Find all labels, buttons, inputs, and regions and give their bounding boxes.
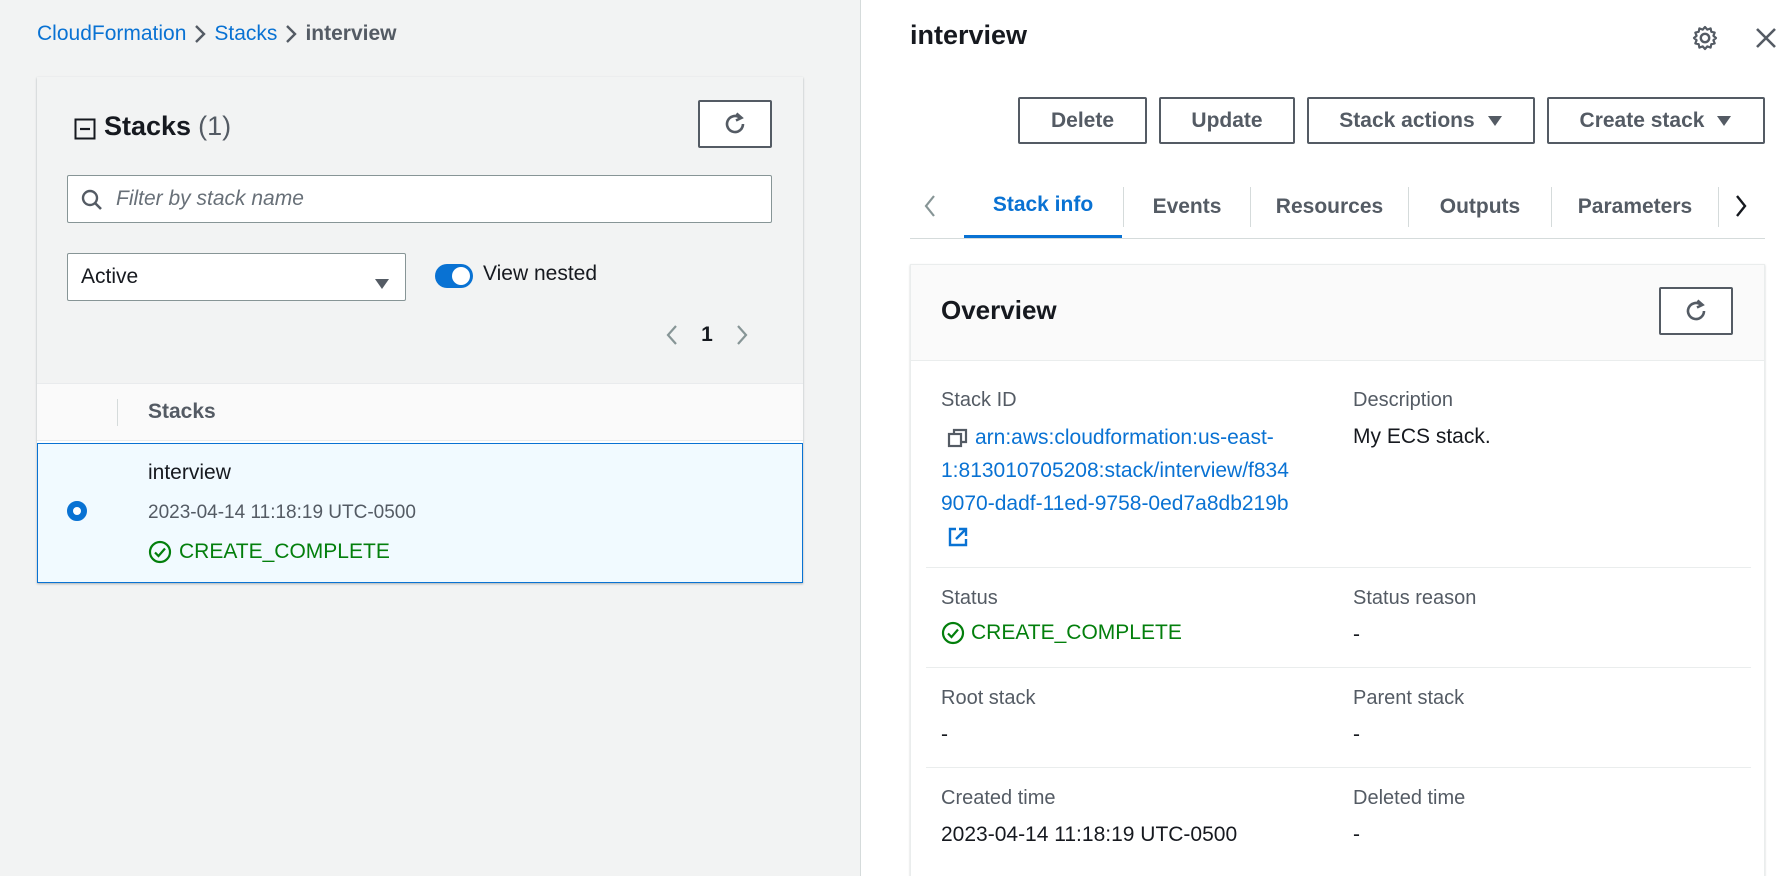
tab-events[interactable]: Events bbox=[1124, 175, 1250, 238]
column-divider bbox=[117, 399, 118, 426]
status-text: CREATE_COMPLETE bbox=[971, 621, 1182, 644]
status-label: Status bbox=[941, 587, 998, 609]
page-number[interactable]: 1 bbox=[687, 323, 727, 347]
chevron-left-icon bbox=[666, 325, 677, 345]
created-time-label: Created time bbox=[941, 787, 1056, 809]
stack-id-label: Stack ID bbox=[941, 389, 1017, 411]
view-nested-toggle[interactable] bbox=[435, 264, 473, 288]
stack-id-line-1: arn:aws:cloudformation:us-east- bbox=[975, 426, 1274, 449]
refresh-icon bbox=[1686, 299, 1706, 321]
table-row[interactable]: interview 2023-04-14 11:18:19 UTC-0500 C… bbox=[37, 443, 803, 583]
stacks-heading: Stacks bbox=[104, 111, 192, 141]
breadcrumb-cloudformation[interactable]: CloudFormation bbox=[37, 22, 186, 46]
tab-stack-info[interactable]: Stack info bbox=[964, 175, 1122, 238]
check-circle-icon bbox=[148, 540, 172, 564]
external-link-icon[interactable] bbox=[947, 526, 969, 548]
stack-tabs: Stack info Events Resources Outputs Para… bbox=[910, 175, 1765, 239]
update-button[interactable]: Update bbox=[1159, 97, 1295, 144]
row-radio-selected[interactable] bbox=[67, 501, 87, 521]
table-header: Stacks bbox=[37, 384, 803, 441]
gear-icon[interactable] bbox=[1691, 24, 1719, 57]
chevron-right-icon bbox=[1736, 195, 1747, 217]
parent-stack-value: - bbox=[1353, 723, 1360, 746]
tabs-scroll-right-button[interactable] bbox=[1721, 175, 1761, 237]
description-label: Description bbox=[1353, 389, 1454, 411]
root-stack-label: Root stack bbox=[941, 687, 1036, 709]
parent-stack-label: Parent stack bbox=[1353, 687, 1465, 709]
copy-icon[interactable] bbox=[947, 427, 969, 449]
stack-id-line-3: 9070-dadf-11ed-9758-0ed7a8db219b bbox=[941, 492, 1289, 515]
created-time-value: 2023-04-14 11:18:19 UTC-0500 bbox=[941, 823, 1238, 846]
root-stack-value: - bbox=[941, 723, 948, 746]
overview-panel: Overview Stack ID arn:aws:cloudformation… bbox=[910, 264, 1765, 876]
refresh-icon bbox=[725, 112, 745, 134]
stack-detail-title: interview bbox=[910, 20, 1028, 50]
deleted-time-value: - bbox=[1353, 823, 1360, 846]
collapse-icon[interactable] bbox=[74, 118, 96, 140]
breadcrumb-stacks[interactable]: Stacks bbox=[214, 22, 277, 46]
status-filter-select[interactable]: Active bbox=[67, 253, 406, 301]
stack-status-text: CREATE_COMPLETE bbox=[179, 540, 390, 563]
status-filter-value: Active bbox=[81, 265, 139, 288]
refresh-overview-button[interactable] bbox=[1659, 287, 1733, 335]
stack-actions-button[interactable]: Stack actions bbox=[1307, 97, 1535, 144]
breadcrumb-current: interview bbox=[305, 22, 397, 45]
delete-button[interactable]: Delete bbox=[1018, 97, 1147, 144]
tabs-scroll-left-button[interactable] bbox=[910, 175, 950, 237]
overview-title: Overview bbox=[941, 295, 1057, 325]
stack-created-time: 2023-04-14 11:18:19 UTC-0500 bbox=[148, 502, 416, 523]
refresh-stacks-button[interactable] bbox=[698, 100, 772, 148]
tab-resources[interactable]: Resources bbox=[1251, 175, 1408, 238]
stacks-panel-header: Stacks (1) Active View nested bbox=[37, 77, 803, 384]
column-header-stacks[interactable]: Stacks bbox=[148, 400, 216, 424]
stacks-list-pane: CloudFormation Stacks interview Stacks (… bbox=[0, 0, 860, 876]
stack-name-filter-input[interactable] bbox=[116, 176, 756, 222]
view-nested-label: View nested bbox=[483, 262, 598, 285]
stack-id-link[interactable]: arn:aws:cloudformation:us-east- 1:813010… bbox=[941, 421, 1331, 553]
stacks-count: (1) bbox=[198, 111, 232, 141]
stack-status: CREATE_COMPLETE bbox=[148, 540, 390, 564]
status-value: CREATE_COMPLETE bbox=[941, 621, 1182, 645]
chevron-right-icon bbox=[277, 24, 305, 44]
tab-outputs[interactable]: Outputs bbox=[1409, 175, 1551, 238]
chevron-right-icon bbox=[737, 325, 748, 345]
search-icon bbox=[81, 189, 103, 216]
create-stack-label: Create stack bbox=[1579, 108, 1705, 132]
stack-id-line-2: 1:813010705208:stack/interview/f834 bbox=[941, 459, 1289, 482]
status-reason-label: Status reason bbox=[1353, 587, 1477, 609]
chevron-right-icon bbox=[186, 24, 214, 44]
caret-down-icon bbox=[1487, 115, 1502, 126]
stacks-panel: Stacks (1) Active View nested bbox=[37, 77, 803, 583]
stack-name: interview bbox=[148, 461, 231, 484]
caret-down-icon bbox=[1717, 115, 1732, 126]
stack-detail-pane: interview Delete Update Stack actions Cr… bbox=[861, 0, 1792, 876]
search-box bbox=[67, 175, 772, 223]
next-page-button[interactable] bbox=[727, 320, 757, 350]
check-circle-icon bbox=[941, 621, 965, 645]
previous-page-button[interactable] bbox=[657, 320, 687, 350]
caret-down-icon bbox=[374, 272, 390, 296]
close-icon[interactable] bbox=[1754, 26, 1778, 55]
stack-actions-label: Stack actions bbox=[1339, 108, 1475, 132]
tab-parameters[interactable]: Parameters bbox=[1552, 175, 1718, 238]
description-value: My ECS stack. bbox=[1353, 425, 1491, 448]
stacks-panel-title: Stacks (1) bbox=[74, 111, 231, 142]
deleted-time-label: Deleted time bbox=[1353, 787, 1466, 809]
create-stack-button[interactable]: Create stack bbox=[1547, 97, 1765, 144]
pagination: 1 bbox=[657, 320, 757, 350]
breadcrumb: CloudFormation Stacks interview bbox=[37, 22, 396, 46]
chevron-left-icon bbox=[924, 195, 935, 217]
overview-header: Overview bbox=[911, 265, 1764, 361]
status-reason-value: - bbox=[1353, 623, 1360, 646]
